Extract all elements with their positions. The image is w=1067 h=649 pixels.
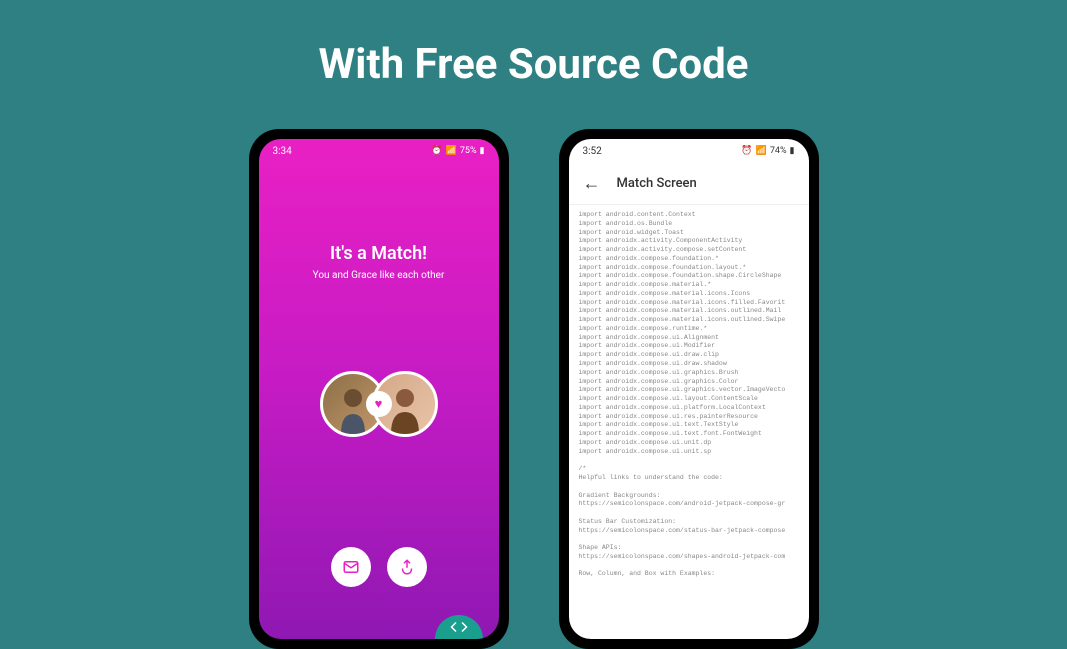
status-bar: 3:52 ⏰ 📶 74% ▮ [569, 139, 809, 163]
battery-text: 75% [460, 146, 477, 156]
fab-button[interactable] [435, 615, 483, 639]
network-icon: 📶 [756, 146, 767, 156]
battery-icon: ▮ [480, 146, 485, 156]
code-header: ← Match Screen [569, 163, 809, 205]
phone-code: 3:52 ⏰ 📶 74% ▮ ← Match Screen import and… [559, 129, 819, 649]
status-icons: ⏰ 📶 75% ▮ [431, 146, 484, 156]
code-screen: 3:52 ⏰ 📶 74% ▮ ← Match Screen import and… [569, 139, 809, 639]
avatars-container: ♥ [320, 371, 438, 437]
swipe-icon [398, 558, 416, 576]
code-icon [450, 618, 468, 636]
swipe-button[interactable] [387, 547, 427, 587]
code-content[interactable]: import android.content.Context import an… [569, 205, 809, 585]
page-title: With Free Source Code [0, 0, 1067, 89]
alarm-icon: ⏰ [431, 146, 442, 156]
action-buttons [331, 547, 427, 587]
mail-icon [342, 558, 360, 576]
status-icons: ⏰ 📶 74% ▮ [741, 146, 794, 156]
heart-icon: ♥ [375, 396, 383, 412]
phone-match: 3:34 ⏰ 📶 75% ▮ It's a Match! You and Gra… [249, 129, 509, 649]
status-bar: 3:34 ⏰ 📶 75% ▮ [259, 139, 499, 163]
mail-button[interactable] [331, 547, 371, 587]
match-subtitle: You and Grace like each other [313, 270, 445, 281]
battery-text: 74% [770, 146, 787, 156]
header-title: Match Screen [617, 176, 697, 191]
match-screen: 3:34 ⏰ 📶 75% ▮ It's a Match! You and Gra… [259, 139, 499, 639]
match-content: It's a Match! You and Grace like each ot… [259, 163, 499, 587]
status-time: 3:34 [273, 146, 292, 157]
status-time: 3:52 [583, 146, 602, 157]
match-title: It's a Match! [330, 243, 427, 264]
alarm-icon: ⏰ [741, 146, 752, 156]
battery-icon: ▮ [790, 146, 795, 156]
back-button[interactable]: ← [583, 173, 601, 194]
network-icon: 📶 [446, 146, 457, 156]
phones-container: 3:34 ⏰ 📶 75% ▮ It's a Match! You and Gra… [0, 129, 1067, 649]
heart-badge: ♥ [366, 391, 392, 417]
